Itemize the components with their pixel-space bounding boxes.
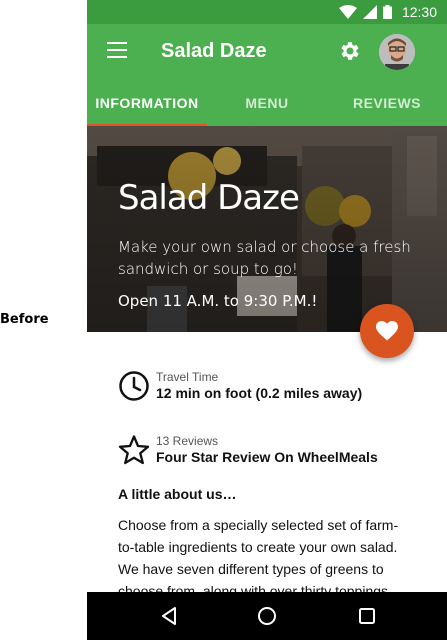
favorite-button[interactable] xyxy=(360,304,414,358)
tab-information[interactable]: INFORMATION xyxy=(87,80,207,126)
hero-title: Salad Daze xyxy=(118,178,300,218)
star-icon xyxy=(118,435,150,465)
travel-time-label: Travel Time xyxy=(156,370,219,384)
before-label: Before xyxy=(0,312,49,327)
reviews-summary: Four Star Review On WheelMeals xyxy=(156,449,378,465)
app-bar: Salad Daze xyxy=(87,24,447,80)
heart-icon xyxy=(376,321,398,341)
app-title: Salad Daze xyxy=(161,40,267,62)
gear-icon[interactable] xyxy=(338,39,362,63)
wifi-icon xyxy=(338,5,357,19)
tab-bar: INFORMATION MENU REVIEWS xyxy=(87,80,447,126)
status-time: 12:30 xyxy=(401,4,437,20)
travel-time-row: Travel Time 12 min on foot (0.2 miles aw… xyxy=(118,370,362,402)
home-icon[interactable] xyxy=(255,604,279,628)
signal-icon xyxy=(362,5,377,19)
recents-icon[interactable] xyxy=(355,604,379,628)
phone-screen: 12:30 Salad Daze INFORMATION MENU REVIEW… xyxy=(87,0,447,640)
about-heading: A little about us… xyxy=(118,486,237,502)
back-icon[interactable] xyxy=(157,604,181,628)
clock-icon xyxy=(119,371,149,401)
reviews-row[interactable]: 13 Reviews Four Star Review On WheelMeal… xyxy=(118,434,378,466)
hero-description: Make your own salad or choose a fresh sa… xyxy=(118,238,411,278)
status-bar: 12:30 xyxy=(87,0,447,24)
about-body: Choose from a specially selected set of … xyxy=(118,517,399,599)
navigation-bar xyxy=(87,592,447,640)
menu-icon[interactable] xyxy=(107,42,127,62)
battery-icon xyxy=(382,5,392,19)
tab-reviews[interactable]: REVIEWS xyxy=(327,80,447,126)
travel-time-value: 12 min on foot (0.2 miles away) xyxy=(156,385,363,401)
tab-menu[interactable]: MENU xyxy=(207,80,327,126)
reviews-count-label: 13 Reviews xyxy=(156,434,219,448)
avatar-image xyxy=(379,34,415,70)
avatar[interactable] xyxy=(379,34,415,70)
hero-banner: Salad Daze Make your own salad or choose… xyxy=(87,126,447,332)
